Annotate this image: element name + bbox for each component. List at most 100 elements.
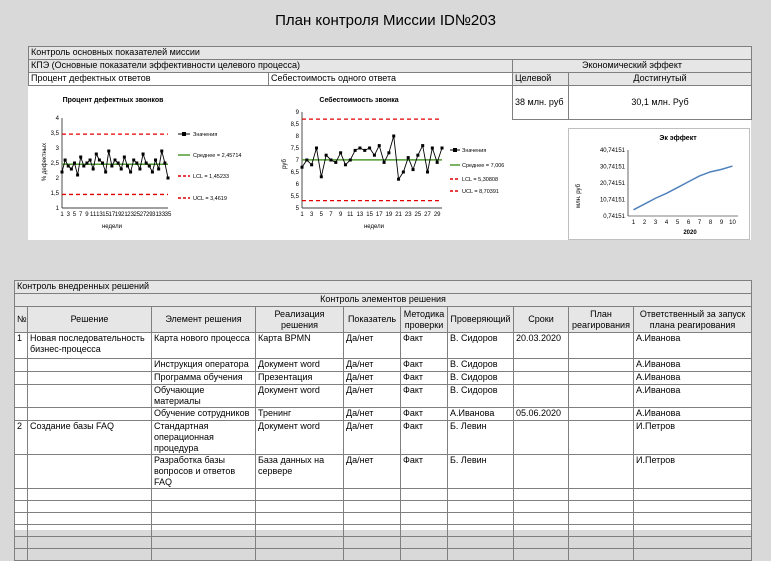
chart1-ytick: 1,5 [51,191,60,197]
table-cell [14,371,28,385]
chart1-point [91,167,95,171]
page-title: План контроля Миссии ID№203 [275,12,496,29]
empty-cell [400,524,448,537]
chart1-point [79,155,83,159]
column-header: Методика проверки [400,306,448,333]
chart1-point [60,170,64,174]
table-cell: И.Петров [632,454,753,489]
cost-chart: Себестоимость звонка руб недели 9 8,5 8 7,5… [282,96,504,230]
chart1-ytick: 3,5 [51,131,60,137]
table-cell: 2 [14,420,28,455]
chart1-xtick: 1 [60,212,64,218]
chart2-ytick: 8 [296,134,300,140]
empty-cell [14,500,28,513]
empty-cell [513,512,569,525]
empty-cell [632,512,753,525]
empty-cell [513,488,569,501]
table-cell: В. Сидоров [447,358,514,372]
table-cell: Факт [400,420,448,455]
chart1-xtick: 7 [79,212,83,218]
chart2-xtick: 7 [329,212,333,218]
empty-cell [151,536,256,549]
empty-cell [343,512,401,525]
chart1-legend-ucl: UCL = 3,4619 [193,196,227,202]
chart2-point [406,156,410,160]
table-cell: Обучение сотрудников [151,407,256,421]
chart1-legend-values: Значения [193,132,217,138]
table-cell [568,358,634,372]
chart2-ylabel: руб [282,159,288,169]
table-cell: Да/нет [343,371,401,385]
mission-kpi-header: Контроль основных показателей миссии [28,46,752,60]
empty-cell [447,524,514,537]
chart1-point [132,158,136,162]
empty-row [14,500,753,513]
table-row: 2 Создание базы FAQ Стандартная операционн… [14,420,753,455]
chart1-point [66,164,70,168]
chart1-point [119,167,123,171]
table-cell: Программа обучения [151,371,256,385]
econ-effect-label: Экономический эффект [512,59,752,73]
table-cell [513,358,569,372]
chart2-values-line [301,135,443,181]
chart1-point [160,149,164,153]
table-row: Программа обучения Презентация Да/нет Факт В… [14,371,753,385]
chart2-legend-lcl: LCL = 5,30808 [462,177,498,183]
chart1-point [157,167,161,171]
chart2-xtick: 23 [405,212,412,218]
empty-cell [343,500,401,513]
table-cell [14,407,28,421]
chart2-point [319,175,323,179]
empty-row [14,524,753,537]
chart1-ylabel: % дефектных [42,143,48,181]
chart1-point [88,158,92,162]
empty-cell [632,524,753,537]
table-cell: Новая последовательность бизнес-процесса [27,332,152,359]
empty-cell [255,500,344,513]
chart1-point [116,161,120,165]
table-cell: Факт [400,384,448,408]
chart2-point [334,160,338,164]
chart2-point [348,158,352,162]
elements-subheader: Контроль элементов решения [13,293,753,307]
table-cell: Факт [400,358,448,372]
empty-cell [632,488,753,501]
chart1-point [82,164,86,168]
table-cell: Документ word [255,358,344,372]
chart1-point [147,164,151,168]
empty-cell [400,512,448,525]
chart2-point [421,144,425,148]
chart2-xtick: 19 [386,212,393,218]
table-cell: И.Петров [632,420,753,455]
empty-cell [400,536,448,549]
empty-cell [27,512,152,525]
table-row: Обучение сотрудников Тренинг Да/нет Факт А.И… [14,407,753,421]
chart2-xtick: 27 [424,212,431,218]
chart2-point [300,165,304,169]
table-cell [27,371,152,385]
chart2-legend-values-marker [453,148,457,152]
table-cell [14,358,28,372]
chart1-xtick: 3 [67,212,71,218]
empty-cell [513,536,569,549]
chart1-ytick: 4 [56,116,60,122]
empty-cell [343,536,401,549]
empty-cell [255,524,344,537]
chart1-point [72,161,76,165]
chart2-point [353,148,357,152]
defect-chart: Процент дефектных звонков % дефектных не… [42,97,241,230]
chart2-ytick: 5 [296,206,300,212]
empty-cell [343,524,401,537]
chart2-point [305,158,309,162]
chart1-point [125,164,129,168]
table-cell: А.Иванова [632,407,753,421]
chart2-point [392,134,396,138]
chart1-xtick: 5 [73,212,77,218]
chart2-legend: Значения Среднее = 7,006 LCL = 5,30808 U… [450,148,504,195]
chart2-point [382,160,386,164]
table-cell: Разработка базы вопросов и ответов FAQ [151,454,256,489]
chart2-xtick: 25 [415,212,422,218]
chart3-ylabel: млн. руб [576,183,582,208]
empty-cell [151,548,256,561]
chart2-point [377,144,381,148]
